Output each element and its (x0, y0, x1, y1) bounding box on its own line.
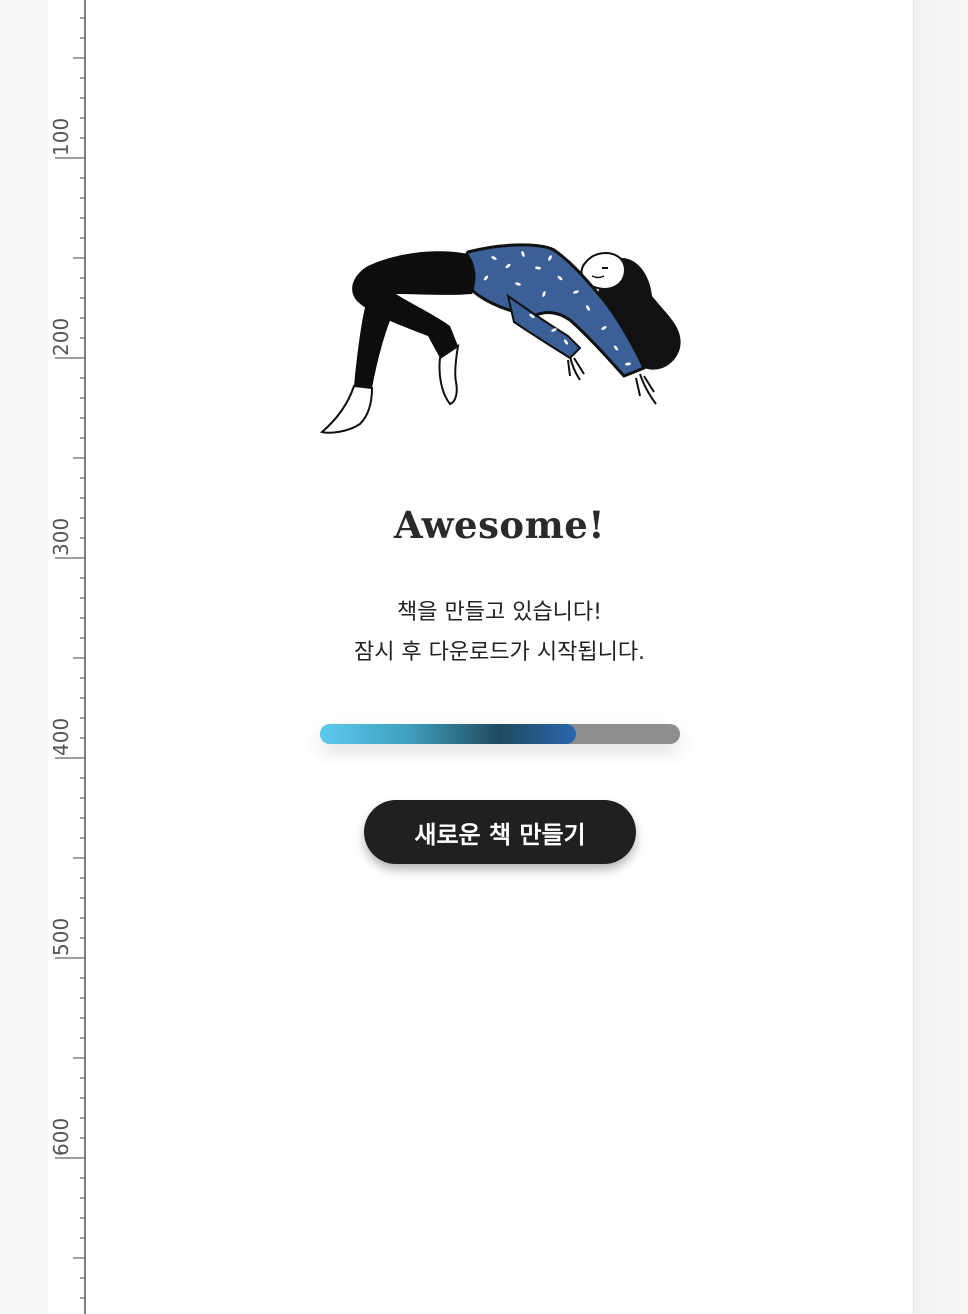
vertical-ruler: 100200300400500600700 (48, 0, 86, 1314)
page-title: Awesome! (393, 503, 606, 547)
new-book-button[interactable]: 새로운 책 만들기 (364, 800, 636, 864)
progress-fill (320, 724, 576, 744)
ruler-label: 100 (49, 118, 73, 156)
status-message-line2: 잠시 후 다운로드가 시작됩니다. (353, 640, 646, 665)
ruler-label: 500 (49, 918, 73, 956)
ruler-ticks: 100200300400500600700 (49, 0, 86, 1314)
ruler-label: 200 (49, 318, 73, 356)
ruler-label: 400 (49, 718, 73, 756)
canvas-page: Awesome! 책을 만들고 있습니다! 잠시 후 다운로드가 시작됩니다. … (86, 0, 914, 1314)
floating-woman-illustration (319, 243, 681, 434)
page-edge-shadow (914, 0, 968, 1314)
status-message-line1: 책을 만들고 있습니다! (397, 600, 602, 625)
ruler-label: 300 (49, 518, 73, 556)
download-progress-bar (320, 724, 680, 744)
ruler-label: 600 (49, 1118, 73, 1156)
